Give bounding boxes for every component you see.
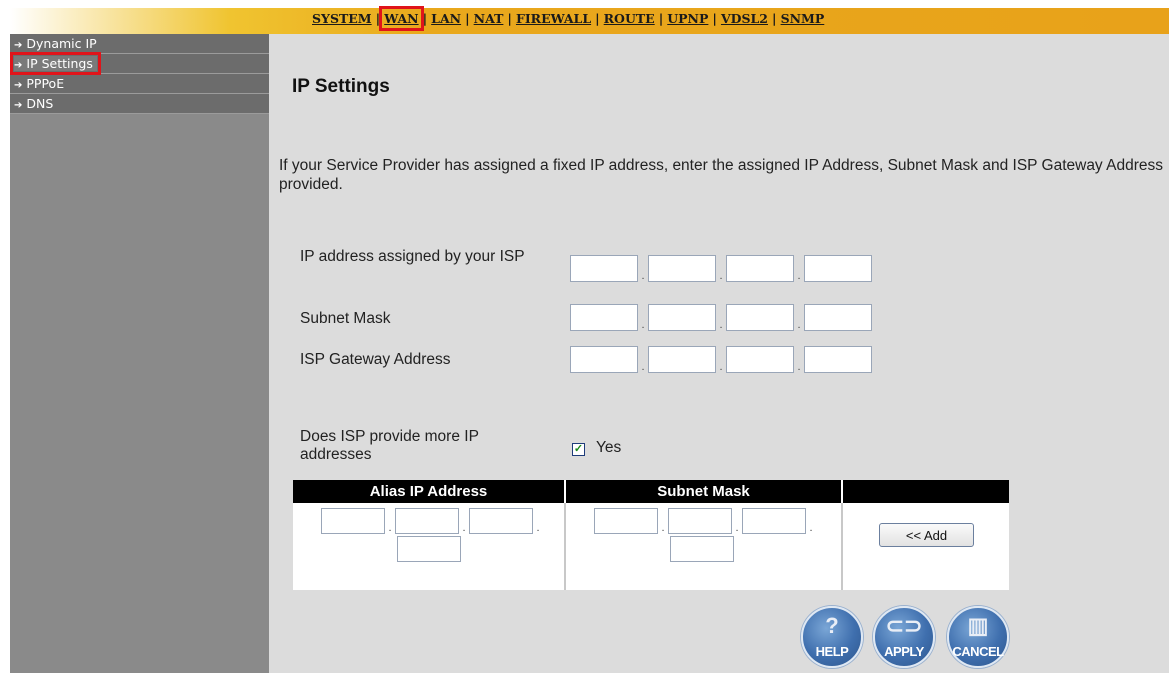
- nav-separator: |: [375, 11, 381, 26]
- octet-dot: .: [797, 361, 801, 373]
- ip-octet-1[interactable]: [570, 255, 638, 282]
- tab-route[interactable]: ROUTE: [604, 11, 655, 26]
- sidebar-item-label: DNS: [26, 96, 54, 111]
- sidebar-item-ip-settings[interactable]: ➔ IP Settings: [10, 52, 269, 75]
- octet-dot: .: [735, 522, 739, 534]
- sidebar-item-label: IP Settings: [26, 56, 93, 71]
- nav-separator: |: [595, 11, 600, 26]
- octet-dot: .: [641, 319, 645, 331]
- gateway-octet-4[interactable]: [804, 346, 872, 373]
- octet-dot: .: [809, 522, 813, 534]
- octet-dot: .: [719, 270, 723, 282]
- tab-firewall[interactable]: FIREWALL: [516, 11, 591, 26]
- alias-ip-octet-4[interactable]: [397, 536, 461, 562]
- sidebar: ➔ Dynamic IP ➔ IP Settings ➔ PPPoE ➔ DNS: [10, 34, 269, 673]
- sidebar-item-dns[interactable]: ➔ DNS: [10, 94, 269, 114]
- mask-octet-2[interactable]: [648, 304, 716, 331]
- help-button[interactable]: ? HELP: [801, 606, 863, 668]
- alias-mask-octet-4[interactable]: [670, 536, 734, 562]
- mask-octet-1[interactable]: [570, 304, 638, 331]
- apply-icon: ⊂⊃: [885, 613, 923, 638]
- octet-dot: .: [797, 319, 801, 331]
- more-ip-yes-label: Yes: [596, 439, 622, 456]
- gateway-octet-3[interactable]: [726, 346, 794, 373]
- tab-snmp[interactable]: SNMP: [781, 11, 825, 26]
- mask-octet-3[interactable]: [726, 304, 794, 331]
- alias-table: Alias IP Address Subnet Mask ... ... << …: [293, 480, 1009, 590]
- octet-dot: .: [661, 522, 665, 534]
- more-ip-checkbox[interactable]: ✓: [572, 443, 585, 456]
- tab-wan[interactable]: WAN: [379, 6, 424, 31]
- page-title: IP Settings: [292, 76, 390, 97]
- add-alias-button[interactable]: << Add: [879, 523, 974, 547]
- subnet-mask-header: Subnet Mask: [566, 480, 843, 503]
- page-description: If your Service Provider has assigned a …: [279, 157, 1163, 193]
- tab-system[interactable]: SYSTEM: [312, 11, 372, 26]
- octet-dot: .: [388, 522, 392, 534]
- subnet-mask-octets: ...: [570, 304, 872, 331]
- arrow-right-icon: ➔: [14, 40, 23, 51]
- octet-dot: .: [719, 319, 723, 331]
- octet-dot: .: [641, 361, 645, 373]
- octet-dot: .: [462, 522, 466, 534]
- alias-mask-cell: ...: [566, 503, 843, 590]
- nav-separator: |: [422, 11, 428, 26]
- sidebar-item-label: Dynamic IP: [26, 36, 97, 51]
- nav-separator: |: [658, 11, 664, 26]
- alias-mask-octet-1[interactable]: [594, 508, 658, 534]
- main-panel: IP Settings If your Service Provider has…: [269, 34, 1169, 673]
- gateway-octet-1[interactable]: [570, 346, 638, 373]
- alias-mask-octet-2[interactable]: [668, 508, 732, 534]
- arrow-right-icon: ➔: [14, 100, 23, 111]
- help-button-label: HELP: [815, 644, 849, 659]
- ip-address-octets: ...: [570, 255, 872, 282]
- nav-separator: |: [507, 11, 512, 26]
- alias-table-header: Alias IP Address Subnet Mask: [293, 480, 1009, 503]
- question-mark-icon: ?: [825, 613, 839, 638]
- octet-dot: .: [719, 361, 723, 373]
- ip-address-label: IP address assigned by your ISP: [300, 248, 525, 265]
- ip-octet-3[interactable]: [726, 255, 794, 282]
- octet-dot: .: [797, 270, 801, 282]
- alias-table-row: ... ... << Add: [293, 503, 1009, 590]
- more-ip-question: Does ISP provide more IP addresses: [300, 428, 479, 463]
- trash-icon: ▥: [967, 613, 989, 638]
- sidebar-item-pppoe[interactable]: ➔ PPPoE: [10, 74, 269, 94]
- sidebar-item-dynamic-ip[interactable]: ➔ Dynamic IP: [10, 34, 269, 54]
- action-header: [843, 480, 1009, 503]
- alias-ip-octet-3[interactable]: [469, 508, 533, 534]
- octet-dot: .: [641, 270, 645, 282]
- gateway-octets: ...: [570, 346, 872, 373]
- alias-ip-header: Alias IP Address: [293, 480, 566, 503]
- ip-octet-4[interactable]: [804, 255, 872, 282]
- top-nav-bar: SYSTEM | WAN | LAN | NAT | FIREWALL | ROUTE | UPNP | V…: [0, 0, 1169, 34]
- tab-nat[interactable]: NAT: [474, 11, 504, 26]
- gateway-label: ISP Gateway Address: [300, 351, 451, 368]
- tab-lan[interactable]: LAN: [431, 11, 461, 26]
- active-item-highlight: ➔ IP Settings: [10, 52, 101, 75]
- apply-button[interactable]: ⊂⊃ APPLY: [873, 606, 935, 668]
- apply-button-label: APPLY: [884, 644, 924, 659]
- alias-ip-octet-1[interactable]: [321, 508, 385, 534]
- cancel-button-label: CANCEL: [952, 644, 1004, 659]
- subnet-mask-label: Subnet Mask: [300, 310, 391, 327]
- top-nav: SYSTEM | WAN | LAN | NAT | FIREWALL | ROUTE | UPNP | V…: [312, 6, 825, 31]
- mask-octet-4[interactable]: [804, 304, 872, 331]
- alias-mask-octet-3[interactable]: [742, 508, 806, 534]
- cancel-button[interactable]: ▥ CANCEL: [947, 606, 1009, 668]
- tab-upnp[interactable]: UPNP: [667, 11, 708, 26]
- alias-ip-octet-2[interactable]: [395, 508, 459, 534]
- sidebar-item-label: PPPoE: [26, 76, 65, 91]
- nav-separator: |: [465, 11, 470, 26]
- tab-vdsl2[interactable]: VDSL2: [721, 11, 768, 26]
- nav-separator: |: [712, 11, 717, 26]
- octet-dot: .: [536, 522, 540, 534]
- arrow-right-icon: ➔: [14, 80, 23, 91]
- gateway-octet-2[interactable]: [648, 346, 716, 373]
- ip-octet-2[interactable]: [648, 255, 716, 282]
- alias-action-cell: << Add: [843, 503, 1009, 590]
- nav-separator: |: [772, 11, 777, 26]
- alias-ip-cell: ...: [293, 503, 566, 590]
- arrow-right-icon: ➔: [14, 60, 23, 71]
